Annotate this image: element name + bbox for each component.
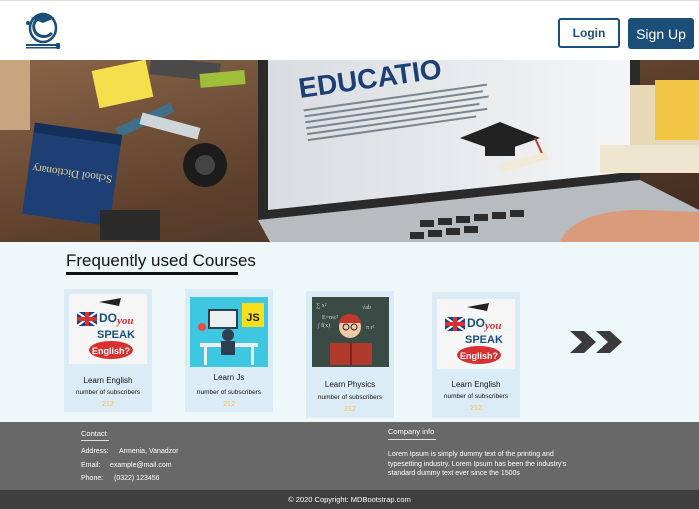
company-info-text: Lorem Ipsum is simply dummy text of the … bbox=[388, 451, 567, 477]
svg-text:SPEAK: SPEAK bbox=[97, 329, 135, 341]
svg-text:∫ f(x): ∫ f(x) bbox=[317, 322, 330, 329]
address-label: Address: bbox=[81, 448, 109, 455]
copyright-bar: © 2020 Copyright: MDBootstrap.com bbox=[0, 490, 699, 509]
course-name: Learn Js bbox=[213, 373, 245, 382]
courses-section: Frequently used Courses DO you SPEAK Eng… bbox=[0, 242, 699, 422]
email-label: Email: bbox=[81, 462, 101, 469]
subscribers-label: number of subscribers bbox=[196, 389, 262, 396]
course-name: Learn English bbox=[451, 380, 501, 389]
subscriber-count: 212 bbox=[102, 401, 114, 408]
course-card-physics[interactable]: ∑ x² √ab ∫ f(x) π r² E=mc² Learn Physics… bbox=[306, 291, 394, 418]
svg-text:π r²: π r² bbox=[366, 325, 375, 331]
subscriber-count: 212 bbox=[470, 405, 482, 412]
svg-text:SPEAK: SPEAK bbox=[465, 334, 503, 346]
do-you-speak-english-image: DO you SPEAK English? bbox=[69, 294, 147, 364]
javascript-developer-illustration: JS bbox=[190, 297, 268, 367]
do-you-speak-english-image: DO you SPEAK English? bbox=[437, 299, 515, 369]
login-button[interactable]: Login bbox=[558, 18, 620, 48]
subscriber-count: 212 bbox=[344, 406, 356, 413]
svg-text:DO: DO bbox=[467, 316, 485, 330]
course-card-js[interactable]: JS Learn Js number of subscribers 212 bbox=[185, 289, 273, 412]
title-underline bbox=[66, 272, 238, 275]
phone-value: (0322) 123456 bbox=[114, 475, 160, 482]
svg-text:English?: English? bbox=[92, 346, 130, 356]
section-title: Frequently used Courses bbox=[66, 251, 256, 270]
svg-text:E=mc²: E=mc² bbox=[322, 315, 338, 321]
course-card-english[interactable]: DO you SPEAK English? Learn English numb… bbox=[64, 289, 152, 412]
contact-heading: Contact bbox=[81, 429, 107, 438]
subscribers-label: number of subscribers bbox=[75, 389, 141, 396]
svg-text:English?: English? bbox=[460, 351, 498, 361]
signup-button[interactable]: Sign Up bbox=[628, 18, 694, 49]
address-value: Armenia, Vanadzor bbox=[119, 448, 179, 455]
course-card-english[interactable]: DO you SPEAK English? Learn English numb… bbox=[432, 292, 520, 418]
course-name: Learn English bbox=[83, 376, 133, 385]
svg-text:√ab: √ab bbox=[362, 304, 371, 311]
phone-label: Phone: bbox=[81, 475, 104, 482]
graduation-cap-logo-icon[interactable] bbox=[22, 9, 64, 53]
svg-text:JS: JS bbox=[246, 312, 259, 324]
svg-text:you: you bbox=[483, 320, 502, 332]
course-name: Learn Physics bbox=[324, 380, 376, 389]
svg-text:you: you bbox=[115, 315, 134, 327]
subscribers-label: number of subscribers bbox=[443, 393, 509, 400]
child-reading-physics-image: ∑ x² √ab ∫ f(x) π r² E=mc² bbox=[312, 297, 389, 367]
company-info-heading: Company info bbox=[388, 427, 435, 436]
subscriber-count: 212 bbox=[223, 401, 235, 408]
svg-text:∑ x²: ∑ x² bbox=[316, 303, 327, 309]
svg-text:DO: DO bbox=[99, 311, 117, 325]
email-value[interactable]: example@mail.com bbox=[110, 461, 172, 471]
hero-image: School Dictionary EDUCATIO bbox=[0, 60, 699, 242]
header: Login Sign Up bbox=[0, 0, 699, 60]
subscribers-label: number of subscribers bbox=[317, 394, 383, 401]
footer: Contact Address: Armenia, Vanadzor Email… bbox=[0, 422, 699, 490]
contact-divider bbox=[81, 440, 109, 441]
company-info-divider bbox=[388, 439, 436, 440]
double-chevron-right-icon[interactable] bbox=[568, 329, 626, 355]
